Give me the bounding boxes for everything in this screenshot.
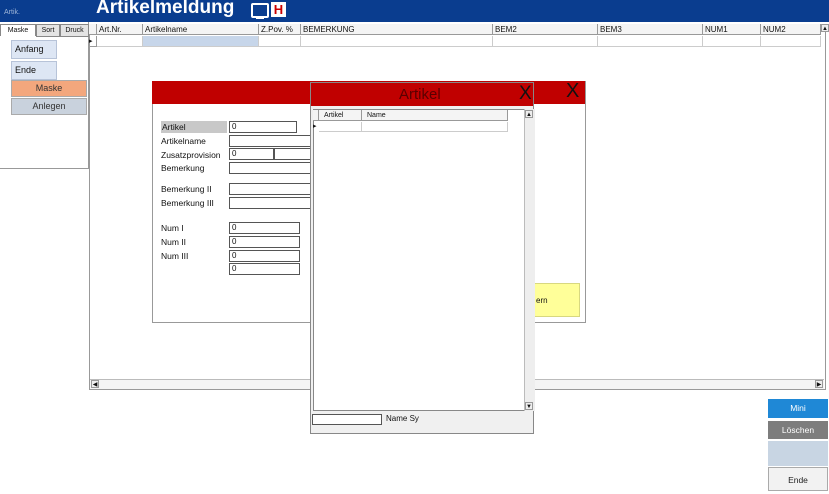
row-selector-icon[interactable]: ▸ xyxy=(89,36,97,47)
app-label: Artik. xyxy=(4,9,20,16)
num2-field[interactable]: 0 xyxy=(229,236,300,248)
label-num1: Num I xyxy=(161,223,184,233)
monitor-icon[interactable] xyxy=(251,3,269,19)
close-icon[interactable]: X xyxy=(566,80,579,103)
anlegen-button[interactable]: Anlegen xyxy=(11,98,87,115)
label-bemerkung2: Bemerkung II xyxy=(161,184,212,194)
grid-cell[interactable] xyxy=(493,36,598,47)
artikelname-field[interactable] xyxy=(229,135,311,147)
mini-button[interactable]: Mini xyxy=(768,399,828,418)
label-bemerkung3: Bemerkung III xyxy=(161,198,214,208)
column-header-bemerkung[interactable]: BEMERKUNG xyxy=(301,24,493,35)
page-title: Artikelmeldung xyxy=(96,0,235,18)
scroll-right-icon[interactable]: ▶ xyxy=(815,380,823,388)
h-icon[interactable]: H xyxy=(271,2,286,17)
column-header-num1[interactable]: NUM1 xyxy=(703,24,761,35)
lookup-cell[interactable] xyxy=(362,122,508,132)
maske-button[interactable]: Maske xyxy=(11,80,87,97)
anfang-button[interactable]: Anfang xyxy=(11,40,57,59)
bemerkung-field[interactable] xyxy=(229,162,311,174)
blank-button[interactable] xyxy=(768,441,828,466)
zusatzprovision-field[interactable]: 0 xyxy=(229,148,274,160)
lookup-cell[interactable] xyxy=(319,122,362,132)
num1-field[interactable]: 0 xyxy=(229,222,300,234)
zusatzprovision-extra-field[interactable] xyxy=(274,148,311,160)
scroll-down-icon[interactable]: ▼ xyxy=(525,402,533,410)
bemerkung2-field[interactable] xyxy=(229,183,311,195)
grid-corner xyxy=(89,24,97,35)
num4-field[interactable]: 0 xyxy=(229,263,300,275)
label-zusatzprovision: Zusatzprovision xyxy=(161,150,221,160)
grid-cell[interactable] xyxy=(97,36,143,47)
grid-cell[interactable] xyxy=(703,36,761,47)
column-header-artikelname[interactable]: Artikelname xyxy=(143,24,259,35)
grid-cell[interactable] xyxy=(598,36,703,47)
lookup-list[interactable] xyxy=(313,109,526,411)
column-header-artnr[interactable]: Art.Nr. xyxy=(97,24,143,35)
name-search-label: Name Sy xyxy=(386,414,419,423)
tab-maske[interactable]: Maske xyxy=(0,24,36,36)
label-bemerkung: Bemerkung xyxy=(161,163,205,173)
scroll-up-icon[interactable]: ▲ xyxy=(525,110,533,118)
num3-field[interactable]: 0 xyxy=(229,250,300,262)
lookup-column-artikel[interactable]: Artikel xyxy=(319,110,362,121)
ende-button[interactable]: Ende xyxy=(11,61,57,80)
loeschen-button[interactable]: Löschen xyxy=(768,421,828,439)
label-num2: Num II xyxy=(161,237,187,247)
artikel-field[interactable]: 0 xyxy=(229,121,297,133)
scroll-up-icon[interactable]: ▲ xyxy=(821,24,829,32)
column-header-num2[interactable]: NUM2 xyxy=(761,24,821,35)
bemerkung3-field[interactable] xyxy=(229,197,311,209)
lookup-title: Artikel xyxy=(399,86,441,103)
ende-bottom-button[interactable]: Ende xyxy=(768,467,828,491)
tab-druck[interactable]: Druck xyxy=(60,24,89,37)
name-search-input[interactable] xyxy=(312,414,382,425)
tab-sort[interactable]: Sort xyxy=(36,24,60,37)
close-icon[interactable]: X xyxy=(519,83,532,105)
grid-cell[interactable] xyxy=(301,36,493,47)
lookup-column-name[interactable]: Name xyxy=(362,110,508,121)
label-num3: Num III xyxy=(161,251,189,261)
grid-cell[interactable] xyxy=(259,36,301,47)
column-header-bem2[interactable]: BEM2 xyxy=(493,24,598,35)
column-header-bem3[interactable]: BEM3 xyxy=(598,24,703,35)
grid-cell[interactable] xyxy=(761,36,821,47)
scroll-left-icon[interactable]: ◀ xyxy=(91,380,99,388)
column-header-zpov[interactable]: Z.Pov. % xyxy=(259,24,301,35)
label-artikelname: Artikelname xyxy=(161,136,206,146)
lookup-vertical-scrollbar[interactable] xyxy=(524,109,535,411)
label-artikel: Artikel xyxy=(161,121,227,133)
grid-cell-selected[interactable] xyxy=(143,36,259,47)
